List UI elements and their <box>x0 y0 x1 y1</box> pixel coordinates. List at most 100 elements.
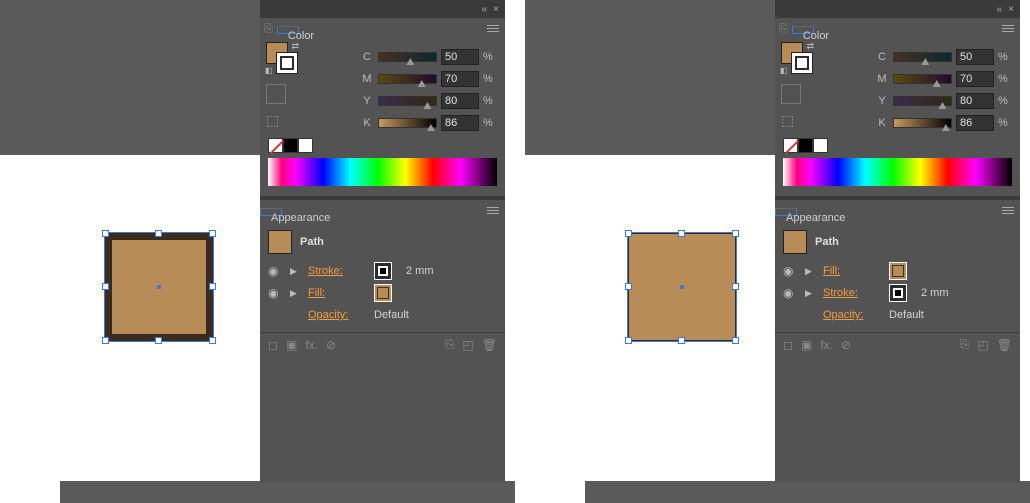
new-icon[interactable]: ◰ <box>977 338 988 352</box>
clear-icon[interactable]: ⊘ <box>841 338 851 352</box>
fill-label[interactable]: Fill: <box>308 287 368 299</box>
expand-icon[interactable]: ▶ <box>290 288 302 299</box>
channel-row-k: K 86 % <box>827 112 1012 134</box>
appearance-tabrow: Appearance <box>260 200 505 222</box>
slider-m[interactable] <box>378 74 437 84</box>
value-k[interactable]: 86 <box>956 115 994 131</box>
value-k[interactable]: 86 <box>441 115 479 131</box>
fx-menu-icon[interactable]: fх. <box>305 338 318 352</box>
panel-menu-icon[interactable] <box>487 207 499 215</box>
appearance-row-fill[interactable]: ◉ ▶ Fill: <box>783 260 1012 282</box>
center-point <box>157 285 161 289</box>
stroke-swatch-mini[interactable] <box>889 284 907 302</box>
slider-c[interactable] <box>378 52 437 62</box>
resize-handle[interactable] <box>102 230 109 237</box>
appearance-row-stroke[interactable]: ◉ ▶ Stroke: 2 mm <box>783 282 1012 304</box>
color-spectrum[interactable] <box>268 158 497 186</box>
stroke-label[interactable]: Stroke: <box>823 287 883 299</box>
panel-menu-icon[interactable] <box>487 25 499 33</box>
white-swatch[interactable] <box>298 138 313 153</box>
panel-stack: « × ⎘ Color ⇄ ◧ ⬚ C <box>775 0 1020 483</box>
collapse-icon[interactable]: « <box>482 4 488 15</box>
no-selection-icon[interactable]: ◻ <box>268 338 278 352</box>
value-y[interactable]: 80 <box>956 93 994 109</box>
clear-icon[interactable]: ⊘ <box>326 338 336 352</box>
opacity-label[interactable]: Opacity: <box>308 309 368 321</box>
visibility-icon[interactable]: ◉ <box>783 286 799 300</box>
color-spectrum[interactable] <box>783 158 1012 186</box>
tab-appearance[interactable]: Appearance <box>775 208 797 216</box>
black-swatch[interactable] <box>283 138 298 153</box>
duplicate-icon[interactable]: ⎘ <box>445 337 455 352</box>
tab-color[interactable]: Color <box>792 26 814 34</box>
expand-icon[interactable]: ▶ <box>805 266 817 277</box>
tab-appearance[interactable]: Appearance <box>260 208 282 216</box>
expand-icon[interactable]: ▶ <box>805 288 817 299</box>
none-swatch[interactable] <box>783 138 798 153</box>
resize-handle[interactable] <box>102 337 109 344</box>
tab-color[interactable]: Color <box>277 26 299 34</box>
trash-icon[interactable]: 🗑 <box>997 338 1012 352</box>
visibility-icon[interactable]: ◉ <box>268 264 284 278</box>
new-icon[interactable]: ◰ <box>462 338 473 352</box>
layer-icon[interactable]: ▣ <box>801 338 812 352</box>
resize-handle[interactable] <box>732 283 739 290</box>
fill-label[interactable]: Fill: <box>823 265 883 277</box>
fill-swatch-mini[interactable] <box>374 284 392 302</box>
resize-handle[interactable] <box>209 230 216 237</box>
panel-menu-icon[interactable] <box>1002 25 1014 33</box>
value-m[interactable]: 70 <box>956 71 994 87</box>
layer-icon[interactable]: ▣ <box>286 338 297 352</box>
resize-handle[interactable] <box>732 230 739 237</box>
resize-handle[interactable] <box>732 337 739 344</box>
object-type-label: Path <box>815 236 839 248</box>
visibility-icon[interactable]: ◉ <box>268 286 284 300</box>
resize-handle[interactable] <box>678 230 685 237</box>
slider-y[interactable] <box>893 96 952 106</box>
none-swatch[interactable] <box>268 138 283 153</box>
collapse-icon[interactable]: « <box>997 4 1003 15</box>
duplicate-icon[interactable]: ⎘ <box>960 337 970 352</box>
resize-handle[interactable] <box>102 283 109 290</box>
visibility-icon[interactable]: ◉ <box>783 264 799 278</box>
fill-swatch-mini[interactable] <box>889 262 907 280</box>
black-swatch[interactable] <box>798 138 813 153</box>
resize-handle[interactable] <box>209 283 216 290</box>
swatch-shortcuts <box>260 138 505 156</box>
value-c[interactable]: 50 <box>956 49 994 65</box>
value-m[interactable]: 70 <box>441 71 479 87</box>
panel-menu-icon[interactable] <box>1002 207 1014 215</box>
resize-handle[interactable] <box>209 337 216 344</box>
slider-k[interactable] <box>378 118 437 128</box>
selected-shape[interactable] <box>105 233 213 341</box>
resize-handle[interactable] <box>155 230 162 237</box>
close-icon[interactable]: × <box>493 4 499 15</box>
stroke-label[interactable]: Stroke: <box>308 265 368 277</box>
stroke-swatch-mini[interactable] <box>374 262 392 280</box>
slider-k[interactable] <box>893 118 952 128</box>
resize-handle[interactable] <box>625 230 632 237</box>
close-icon[interactable]: × <box>1008 4 1014 15</box>
expand-icon[interactable]: ▶ <box>290 266 302 277</box>
value-y[interactable]: 80 <box>441 93 479 109</box>
resize-handle[interactable] <box>625 283 632 290</box>
resize-handle[interactable] <box>678 337 685 344</box>
appearance-row-stroke[interactable]: ◉ ▶ Stroke: 2 mm <box>268 260 497 282</box>
stroke-value[interactable]: 2 mm <box>921 287 971 299</box>
fx-menu-icon[interactable]: fх. <box>820 338 833 352</box>
trash-icon[interactable]: 🗑 <box>482 338 497 352</box>
selected-shape[interactable] <box>628 233 736 341</box>
slider-y[interactable] <box>378 96 437 106</box>
slider-c[interactable] <box>893 52 952 62</box>
slider-m[interactable] <box>893 74 952 84</box>
no-selection-icon[interactable]: ◻ <box>783 338 793 352</box>
white-swatch[interactable] <box>813 138 828 153</box>
appearance-row-opacity[interactable]: Opacity: Default <box>783 304 1012 326</box>
stroke-value[interactable]: 2 mm <box>406 265 456 277</box>
appearance-row-fill[interactable]: ◉ ▶ Fill: <box>268 282 497 304</box>
value-c[interactable]: 50 <box>441 49 479 65</box>
opacity-label[interactable]: Opacity: <box>823 309 883 321</box>
resize-handle[interactable] <box>155 337 162 344</box>
appearance-row-opacity[interactable]: Opacity: Default <box>268 304 497 326</box>
resize-handle[interactable] <box>625 337 632 344</box>
